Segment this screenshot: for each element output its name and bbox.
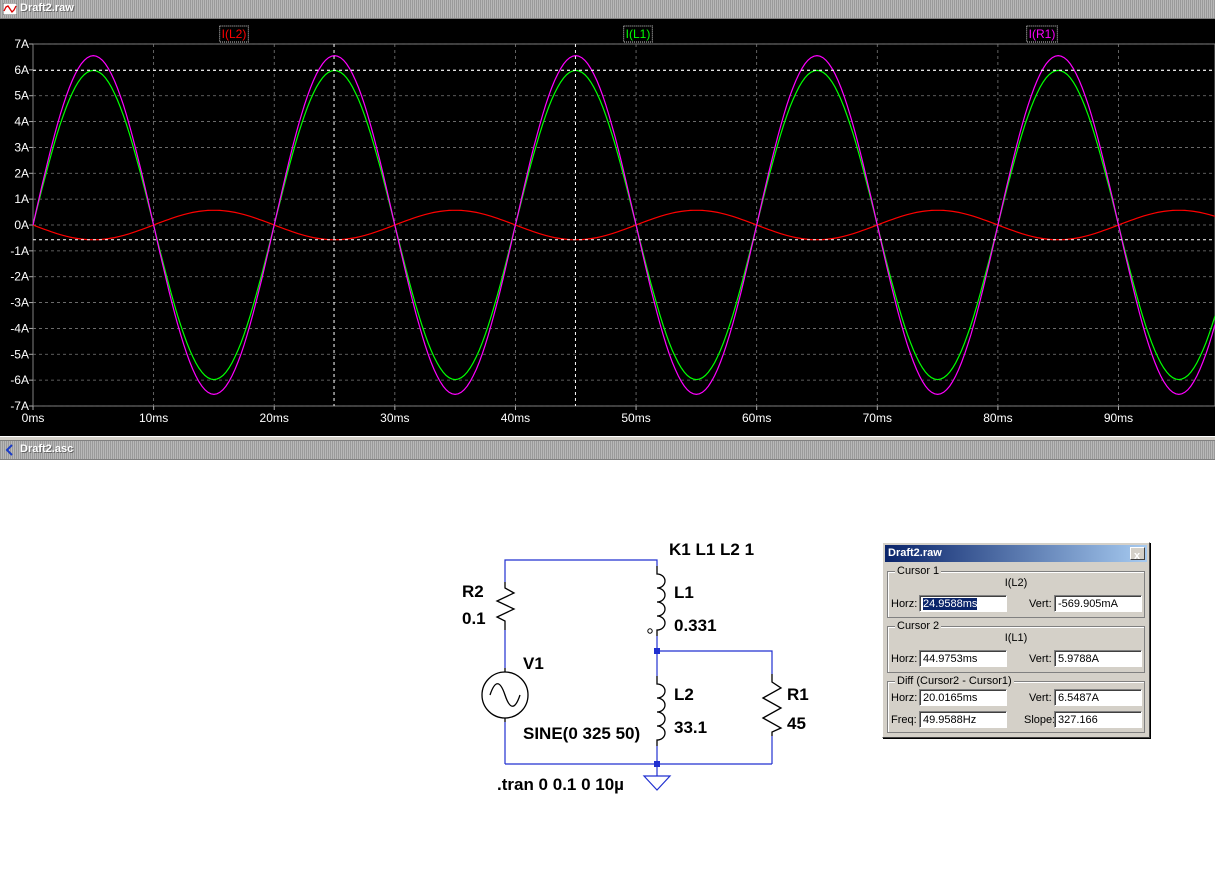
inductor-L1[interactable]: L1 0.331 [647, 566, 717, 636]
wires [504, 559, 773, 776]
diff-slope-field[interactable]: 327.166 [1054, 711, 1142, 728]
R1-name: R1 [787, 685, 809, 704]
cursor2-group: Cursor 2 I(L1) Horz: 44.9753ms Vert: 5.9… [887, 620, 1145, 673]
L2-value: 33.1 [674, 718, 707, 737]
diff-freq-field[interactable]: 49.9588Hz [919, 711, 1007, 728]
junction-dot [654, 761, 660, 767]
cursor-dialog[interactable]: Draft2.raw x Cursor 1 I(L2) Horz: 24.958… [882, 542, 1150, 738]
L2-name: L2 [674, 685, 694, 704]
y-tick-label: 2A [14, 166, 29, 180]
V1-name: V1 [523, 654, 544, 673]
legend-trace-I-R1[interactable]: I(R1) [1029, 27, 1056, 41]
resistor-R2[interactable]: R2 0.1 [462, 582, 516, 630]
cursor-dialog-title: Draft2.raw [888, 547, 942, 559]
y-tick-label: 0A [14, 218, 29, 232]
plot-window-title: Draft2.raw [20, 2, 74, 14]
waveform-icon [3, 3, 17, 15]
L1-name: L1 [674, 583, 694, 602]
L1-phase-dot [647, 628, 653, 634]
cursor2-label: Cursor 2 [895, 620, 942, 632]
cursor2-horz-label: Horz: [891, 653, 918, 665]
diff-slope-label: Slope: [1024, 714, 1056, 726]
x-tick-label: 30ms [380, 411, 409, 425]
diff-freq-label: Freq: [891, 714, 917, 726]
x-tick-label: 20ms [260, 411, 289, 425]
cursor1-label: Cursor 1 [895, 565, 942, 577]
close-icon: x [1134, 550, 1141, 562]
y-tick-label: 5A [14, 89, 29, 103]
y-tick-label: 4A [14, 115, 29, 129]
plot-window-titlebar[interactable]: Draft2.raw [0, 0, 1215, 19]
diff-label: Diff (Cursor2 - Cursor1) [895, 675, 1014, 687]
y-tick-label: -2A [10, 270, 29, 284]
cursor1-group: Cursor 1 I(L2) Horz: 24.9588ms Vert: -56… [887, 565, 1145, 618]
ground-icon [642, 775, 672, 791]
voltage-source-V1[interactable]: V1 SINE(0 325 50) [481, 654, 640, 743]
x-tick-label: 10ms [139, 411, 168, 425]
cursor1-horz-label: Horz: [891, 598, 918, 610]
cursor2-trace[interactable]: I(L1) [888, 632, 1144, 644]
plot-window[interactable]: Draft2.raw 7A 6A 5A 4A 3A 2A 1A 0A -1A -2A -3A -4A -… [0, 0, 1215, 436]
cursor2-horz-field[interactable]: 44.9753ms [919, 650, 1007, 667]
close-button[interactable]: x [1130, 547, 1145, 562]
y-tick-label: -3A [10, 296, 29, 310]
x-tick-label: 90ms [1104, 411, 1133, 425]
cursor2-vert-field[interactable]: 5.9788A [1054, 650, 1142, 667]
y-tick-label: 3A [14, 140, 29, 154]
cursor-dialog-titlebar[interactable]: Draft2.raw x [885, 545, 1147, 562]
diff-vert-field[interactable]: 6.5487A [1054, 689, 1142, 706]
diff-horz-label: Horz: [891, 692, 918, 704]
x-tick-label: 70ms [863, 411, 892, 425]
y-tick-label: 1A [14, 192, 29, 206]
schematic-icon [5, 444, 13, 456]
legend-trace-I-L2[interactable]: I(L2) [222, 27, 247, 41]
y-tick-label: 6A [14, 63, 29, 77]
diff-group: Diff (Cursor2 - Cursor1) Horz: 20.0165ms… [887, 675, 1145, 733]
R2-name: R2 [462, 582, 484, 601]
schematic-window-title: Draft2.asc [20, 443, 74, 455]
diff-vert-label: Vert: [1029, 692, 1052, 704]
cursor2-vert-label: Vert: [1029, 653, 1052, 665]
y-tick-label: -5A [10, 347, 29, 361]
y-tick-label: -4A [10, 321, 29, 335]
y-tick-label: -1A [10, 244, 29, 258]
schematic-window-titlebar[interactable]: Draft2.asc [0, 441, 1215, 460]
junction-dot [654, 648, 660, 654]
resistor-R1[interactable]: R1 45 [761, 674, 809, 736]
y-tick-label: 7A [14, 37, 29, 51]
x-tick-label: 0ms [22, 411, 45, 425]
V1-value: SINE(0 325 50) [523, 724, 640, 743]
coupling-directive[interactable]: K1 L1 L2 1 [669, 540, 754, 559]
cursor1-horz-field[interactable]: 24.9588ms [919, 595, 1007, 612]
cursor1-trace[interactable]: I(L2) [888, 577, 1144, 589]
tran-directive[interactable]: .tran 0 0.1 0 10µ [497, 775, 624, 794]
cursor1-vert-field[interactable]: -569.905mA [1054, 595, 1142, 612]
x-tick-label: 40ms [501, 411, 530, 425]
sine-icon [489, 683, 521, 707]
legend-trace-I-L1[interactable]: I(L1) [626, 27, 651, 41]
R1-value: 45 [787, 714, 806, 733]
waveform-plot[interactable]: 7A6A5A4A3A2A1A0A-1A-2A-3A-4A-5A-6A-7A0ms… [0, 19, 1215, 436]
cursor1-vert-label: Vert: [1029, 598, 1052, 610]
R2-value: 0.1 [462, 609, 486, 628]
x-tick-label: 60ms [742, 411, 771, 425]
diff-horz-field[interactable]: 20.0165ms [919, 689, 1007, 706]
inductor-L2[interactable]: L2 33.1 [656, 676, 707, 746]
x-tick-label: 80ms [983, 411, 1012, 425]
L1-value: 0.331 [674, 616, 717, 635]
y-tick-label: -6A [10, 373, 29, 387]
x-tick-label: 50ms [621, 411, 650, 425]
